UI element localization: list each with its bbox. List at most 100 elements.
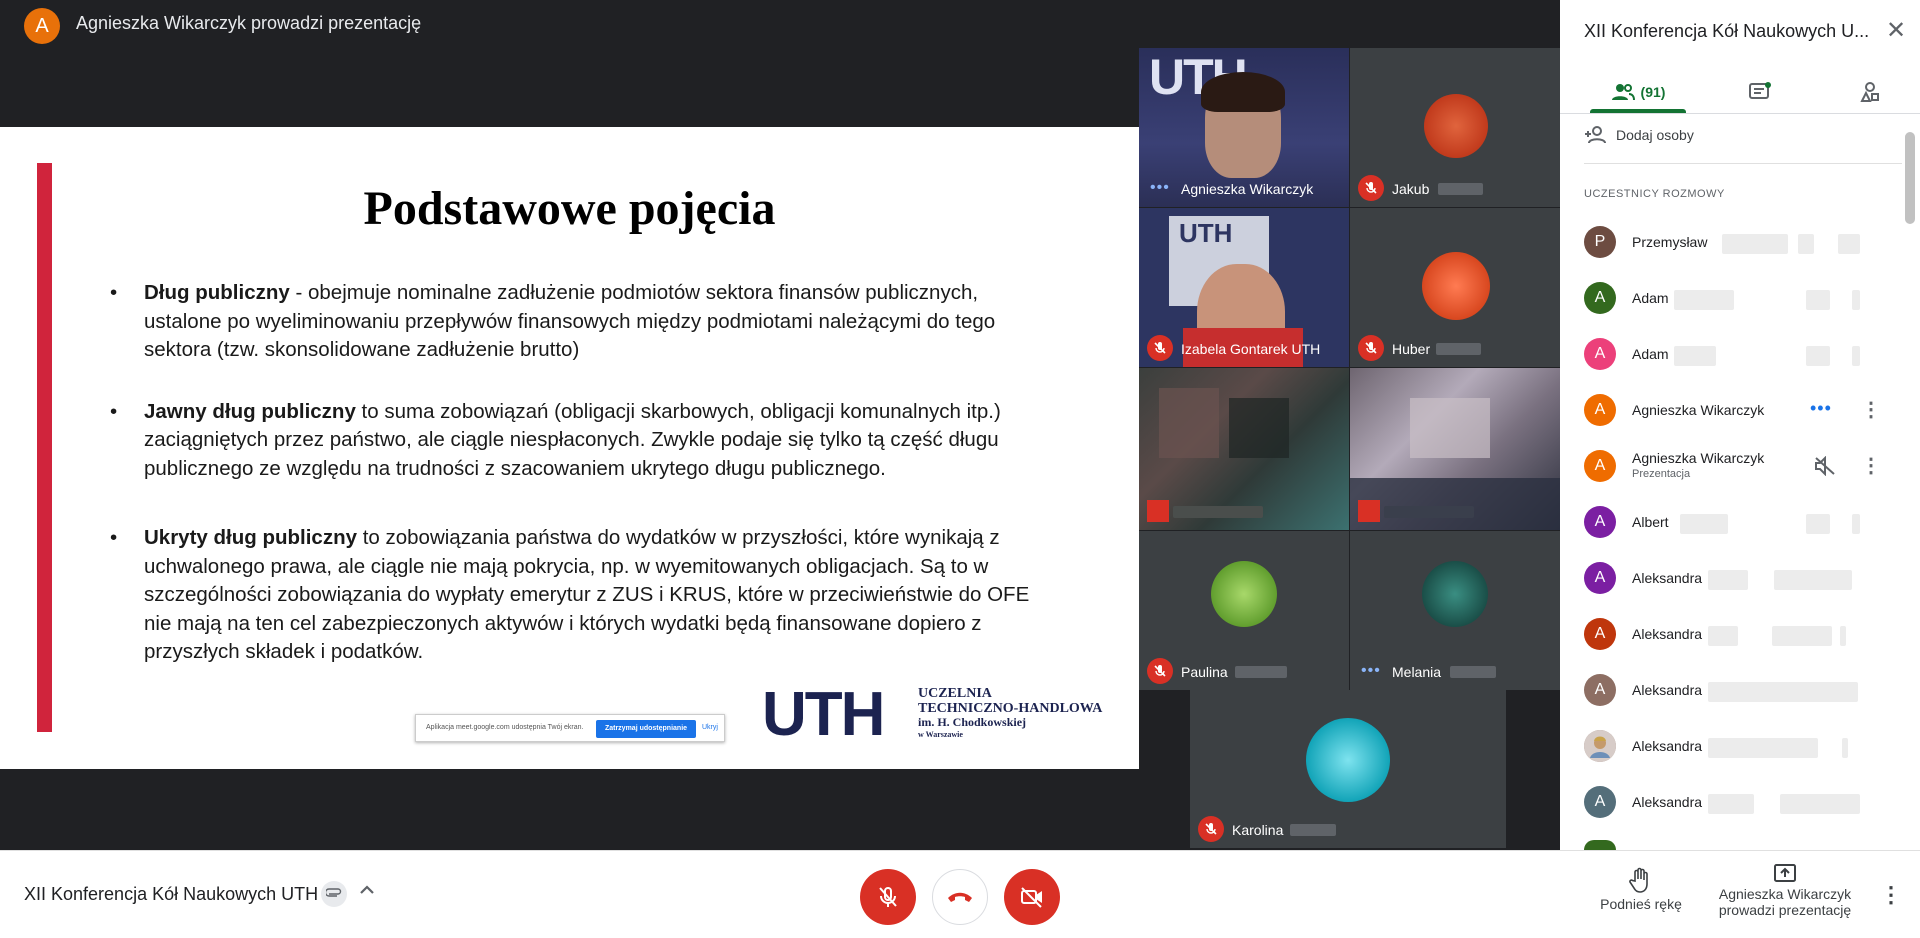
- slide-bullet: Jawny dług publiczny to suma zobowiązań …: [110, 398, 1050, 484]
- toggle-camera-button[interactable]: [1004, 869, 1060, 925]
- redacted-name: [1806, 346, 1830, 366]
- video-tile[interactable]: [1139, 368, 1349, 530]
- redacted-name: [1852, 346, 1860, 366]
- avatar-orb: [1422, 252, 1490, 320]
- slide-bullet: Dług publiczny - obejmuje nominalne zadł…: [110, 279, 1050, 365]
- participant-name: Aleksandra: [1632, 626, 1703, 642]
- video-tile[interactable]: Karolina: [1190, 690, 1506, 848]
- participant-name: Albert: [1632, 514, 1669, 530]
- participant-role: Prezentacja: [1632, 468, 1691, 480]
- avatar: A: [1584, 674, 1616, 706]
- hide-share-notice-link[interactable]: Ukryj: [702, 724, 718, 731]
- phone-hangup-icon: [948, 892, 972, 902]
- tab-activities[interactable]: [1840, 70, 1900, 114]
- mic-off-icon: [1147, 500, 1169, 522]
- redacted-name: [1840, 626, 1846, 646]
- meeting-name[interactable]: XII Konferencja Kół Naukowych UTH: [24, 884, 318, 905]
- participant-row[interactable]: A Adam: [1584, 278, 1904, 318]
- bullet-term: Ukryty dług publiczny: [144, 526, 357, 549]
- divider: [1584, 163, 1902, 164]
- participant-row[interactable]: A Agnieszka Wikarczyk Prezentacja ⋮: [1584, 446, 1904, 486]
- camera-off-icon: [1021, 887, 1042, 908]
- pixelated-video-block: [1159, 388, 1219, 458]
- redacted-name: [1680, 514, 1728, 534]
- participant-name: Adam: [1632, 290, 1669, 306]
- avatar-orb: [1211, 561, 1277, 627]
- participant-row[interactable]: A Albert: [1584, 502, 1904, 542]
- person-add-icon: [1585, 126, 1606, 144]
- presenting-label: Agnieszka Wikarczyk: [1718, 886, 1852, 902]
- more-options-icon[interactable]: ⋮: [1861, 456, 1881, 476]
- mic-off-icon: [879, 887, 897, 907]
- bottom-toolbar: XII Konferencja Kół Naukowych UTH Podnie…: [0, 850, 1920, 938]
- presenter-banner-text: Agnieszka Wikarczyk prowadzi prezentację: [76, 13, 422, 33]
- more-options-icon[interactable]: ⋮: [1880, 884, 1902, 906]
- bullet-term: Dług publiczny: [144, 281, 290, 304]
- participant-name: Izabela Gontarek UTH: [1181, 341, 1321, 357]
- shapes-icon: [1860, 82, 1879, 102]
- participant-row[interactable]: A Aleksandra: [1584, 670, 1904, 710]
- participant-name: Agnieszka Wikarczyk: [1632, 450, 1765, 466]
- close-icon[interactable]: ✕: [1886, 16, 1906, 45]
- chat-icon: [1749, 82, 1771, 99]
- speaking-indicator-icon: •••: [1150, 179, 1170, 196]
- participant-row[interactable]: A Aleksandra: [1584, 558, 1904, 598]
- redacted-name: [1708, 738, 1818, 758]
- raise-hand-label: Podnieś rękę: [1600, 896, 1682, 912]
- scrollbar[interactable]: [1903, 117, 1917, 845]
- redacted-name: [1852, 514, 1860, 534]
- raise-hand-button[interactable]: Podnieś rękę: [1596, 867, 1686, 912]
- speaking-indicator-icon: •••: [1361, 662, 1381, 679]
- video-tile[interactable]: ••• Melania: [1350, 531, 1560, 690]
- redacted-name: [1772, 626, 1832, 646]
- participant-name: Agnieszka Wikarczyk: [1632, 402, 1765, 418]
- video-banner-decoration: UTH: [1179, 218, 1233, 248]
- leave-call-button[interactable]: [932, 869, 988, 925]
- presenter-avatar: A: [24, 8, 60, 44]
- avatar: A: [1584, 618, 1616, 650]
- slide-accent-bar: [37, 163, 52, 732]
- video-tile[interactable]: Jakub: [1350, 48, 1560, 207]
- presentation-slide: Podstawowe pojęcia Dług publiczny - obej…: [0, 127, 1139, 769]
- tab-chat[interactable]: [1730, 70, 1790, 114]
- stop-sharing-button[interactable]: Zatrzymaj udostępnianie: [596, 720, 696, 738]
- logo-line: TECHNICZNO-HANDLOWA: [918, 701, 1103, 716]
- presentation-status-button[interactable]: Agnieszka Wikarczyk prowadzi prezentację: [1710, 863, 1860, 918]
- redacted-name: [1450, 666, 1496, 678]
- people-count: (91): [1640, 84, 1666, 100]
- redacted-name: [1235, 666, 1287, 678]
- pixelated-video-block: [1229, 398, 1289, 458]
- add-people-button[interactable]: Dodaj osoby: [1584, 126, 1694, 144]
- video-tile[interactable]: UTH ••• Agnieszka Wikarczyk: [1139, 48, 1349, 207]
- pixelated-video-block: [1410, 398, 1490, 458]
- avatar: [1584, 730, 1616, 762]
- avatar: A: [1584, 450, 1616, 482]
- toggle-microphone-button[interactable]: [860, 869, 916, 925]
- mic-off-icon: [1198, 816, 1224, 842]
- more-options-icon[interactable]: ⋮: [1861, 400, 1881, 420]
- share-notice-text: Aplikacja meet.google.com udostępnia Twó…: [426, 724, 584, 731]
- redacted-name: [1838, 234, 1860, 254]
- participant-row[interactable]: A Aleksandra: [1584, 782, 1904, 822]
- video-tile[interactable]: UTH Izabela Gontarek UTH: [1139, 208, 1349, 367]
- slide-bullet: Ukryty dług publiczny to zobowiązania pa…: [110, 524, 1050, 667]
- redacted-name: [1806, 514, 1830, 534]
- participant-row[interactable]: A Adam: [1584, 334, 1904, 374]
- chevron-up-icon[interactable]: [356, 879, 378, 906]
- redacted-name: [1806, 290, 1830, 310]
- tab-people[interactable]: (91): [1590, 70, 1686, 114]
- redacted-name: [1842, 738, 1848, 758]
- participant-row[interactable]: Aleksandra: [1584, 726, 1904, 766]
- participant-name: Agnieszka Wikarczyk: [1181, 181, 1314, 197]
- participant-row[interactable]: P Przemysław: [1584, 222, 1904, 262]
- bullet-term: Jawny dług publiczny: [144, 399, 356, 423]
- logo-line: UCZELNIA: [918, 686, 992, 701]
- participant-name: Huber: [1392, 341, 1431, 357]
- video-tile[interactable]: Paulina: [1139, 531, 1349, 690]
- participant-row[interactable]: A Agnieszka Wikarczyk ••• ⋮: [1584, 390, 1904, 430]
- scrollbar-thumb[interactable]: [1905, 132, 1915, 224]
- attachment-icon[interactable]: [321, 881, 347, 907]
- video-tile[interactable]: Huber: [1350, 208, 1560, 367]
- participant-row[interactable]: A Aleksandra: [1584, 614, 1904, 654]
- video-tile[interactable]: [1350, 368, 1560, 530]
